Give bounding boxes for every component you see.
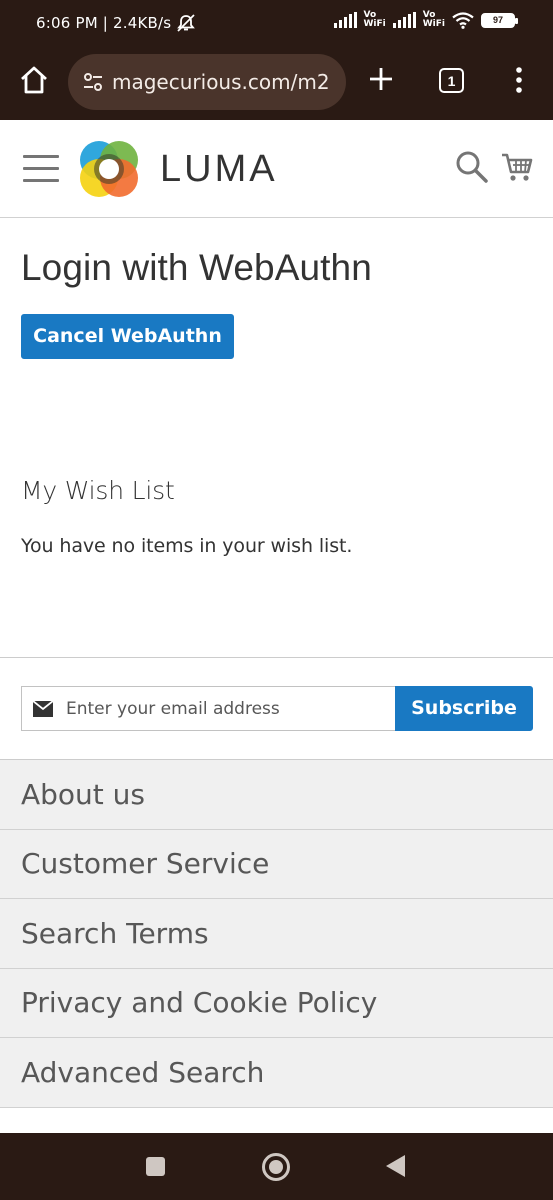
footer-link-about-us[interactable]: About us (0, 760, 553, 830)
url-text[interactable]: magecurious.com/m2 (112, 70, 330, 94)
vowifi-label: Vo WiFi (422, 10, 445, 29)
signal-icon (392, 12, 416, 28)
battery-icon: 97 (481, 12, 518, 28)
footer-link-search-terms[interactable]: Search Terms (0, 899, 553, 969)
page-title: Login with WebAuthn (21, 247, 372, 288)
system-navigation-bar (0, 1133, 553, 1200)
logo-text[interactable]: LUMA (160, 148, 278, 191)
cart-icon[interactable] (501, 151, 533, 183)
cancel-webauthn-button[interactable]: Cancel WebAuthn (21, 314, 234, 359)
wishlist-title: My Wish List (21, 476, 175, 505)
tab-switcher-button[interactable]: 1 (439, 68, 464, 93)
browser-toolbar: magecurious.com/m2 1 (0, 46, 553, 120)
luma-logo-icon[interactable] (78, 138, 140, 200)
home-icon[interactable] (18, 64, 50, 96)
site-settings-icon[interactable] (82, 71, 104, 93)
search-icon[interactable] (455, 150, 489, 184)
footer-link-customer-service[interactable]: Customer Service (0, 830, 553, 899)
newsletter-email-input[interactable] (66, 698, 366, 719)
more-options-icon[interactable] (510, 66, 528, 96)
notification-mute-icon (177, 14, 195, 32)
new-tab-icon[interactable] (366, 64, 396, 94)
main-content: Login with WebAuthn Cancel WebAuthn My W… (0, 247, 553, 557)
home-nav-icon[interactable] (262, 1153, 290, 1181)
wifi-icon (452, 11, 474, 29)
tab-count-label: 1 (447, 72, 456, 89)
subscribe-button[interactable]: Subscribe (395, 686, 533, 731)
status-icons: Vo WiFi Vo WiFi 97 (333, 10, 518, 29)
recent-apps-icon[interactable] (146, 1157, 165, 1176)
web-page: LUMA Login with WebAuthn Cancel WebAuthn… (0, 120, 553, 1133)
url-bar[interactable]: magecurious.com/m2 (68, 54, 346, 110)
battery-level: 97 (492, 15, 503, 25)
newsletter-input-wrapper[interactable] (21, 686, 396, 731)
site-header: LUMA (0, 120, 553, 218)
footer-links: About us Customer Service Search Terms P… (0, 759, 553, 1108)
vowifi-label: Vo WiFi (363, 10, 386, 29)
footer-link-privacy-cookie-policy[interactable]: Privacy and Cookie Policy (0, 969, 553, 1038)
signal-icon (333, 12, 357, 28)
wishlist-empty-message: You have no items in your wish list. (21, 535, 353, 557)
back-icon[interactable] (386, 1155, 405, 1177)
menu-toggle-icon[interactable] (23, 155, 59, 183)
envelope-icon (33, 700, 53, 717)
footer-link-advanced-search[interactable]: Advanced Search (0, 1038, 553, 1108)
status-bar: 6:06 PM | 2.4KB/s Vo WiFi Vo WiFi 97 (0, 0, 553, 46)
newsletter-section: Subscribe (0, 657, 553, 759)
status-time: 6:06 PM | 2.4KB/s (36, 14, 172, 32)
